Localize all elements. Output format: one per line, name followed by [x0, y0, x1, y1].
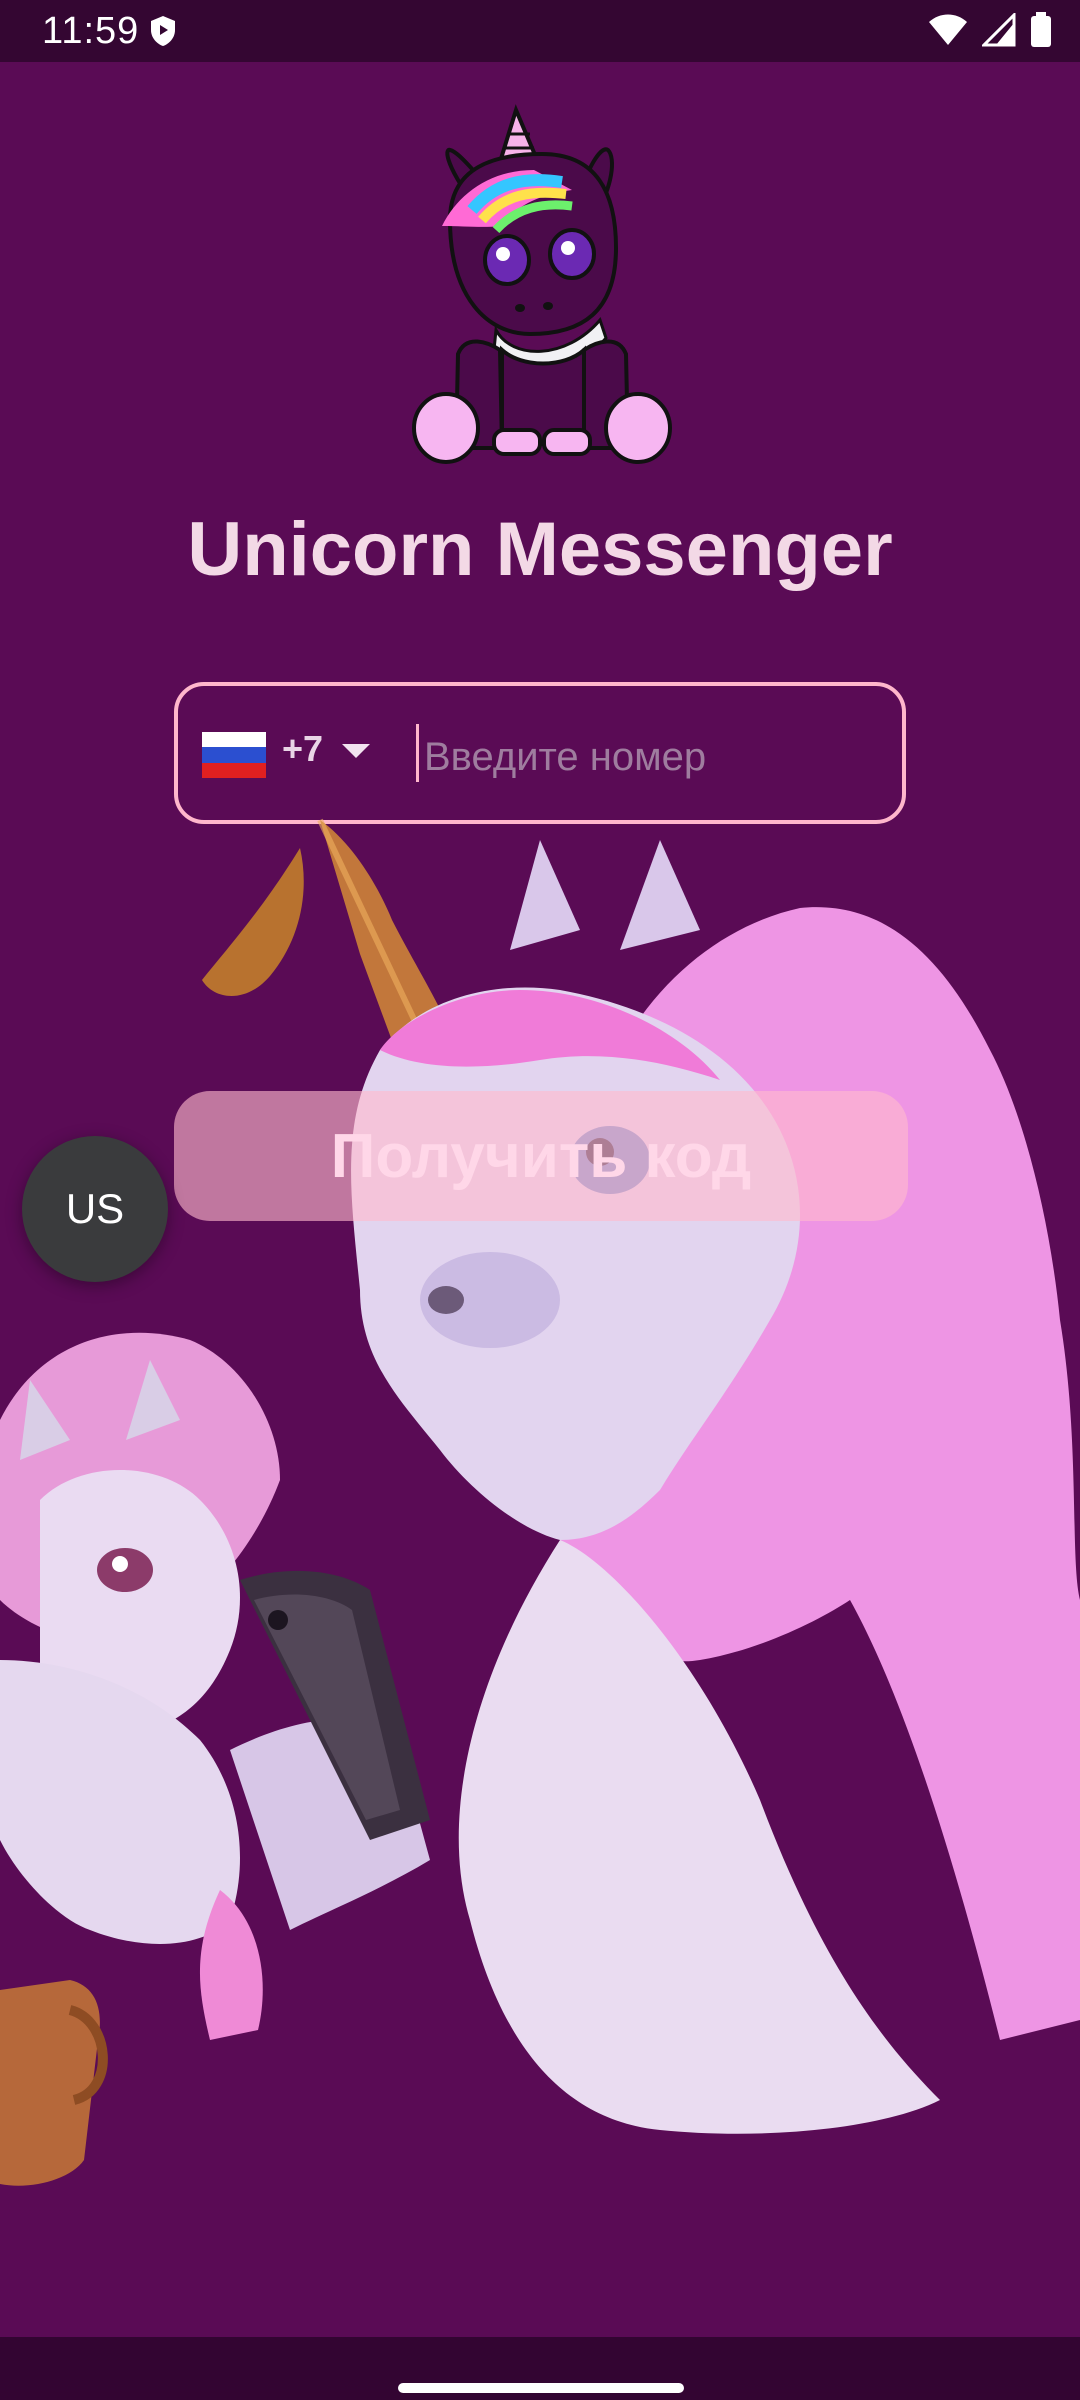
chevron-down-icon[interactable] — [342, 744, 370, 765]
status-time: 11:59 — [42, 10, 140, 52]
text-cursor — [416, 724, 419, 782]
signal-icon — [980, 11, 1016, 52]
wifi-icon — [928, 13, 968, 52]
russia-flag-icon[interactable] — [202, 732, 266, 778]
home-gesture-handle[interactable] — [398, 2383, 684, 2393]
get-code-button[interactable]: Получить код — [174, 1091, 908, 1221]
language-switch-button[interactable]: US — [22, 1136, 168, 1282]
battery-icon — [1030, 12, 1052, 53]
app-title: Unicorn Messenger — [187, 507, 893, 592]
status-icons — [928, 11, 1052, 53]
unicorn-logo — [412, 98, 672, 470]
unicorns-illustration — [0, 800, 1080, 2220]
phone-input[interactable] — [422, 706, 886, 808]
status-bar: 11:59 — [0, 0, 1080, 62]
shield-icon — [148, 14, 178, 53]
country-code[interactable]: +7 — [282, 728, 323, 770]
